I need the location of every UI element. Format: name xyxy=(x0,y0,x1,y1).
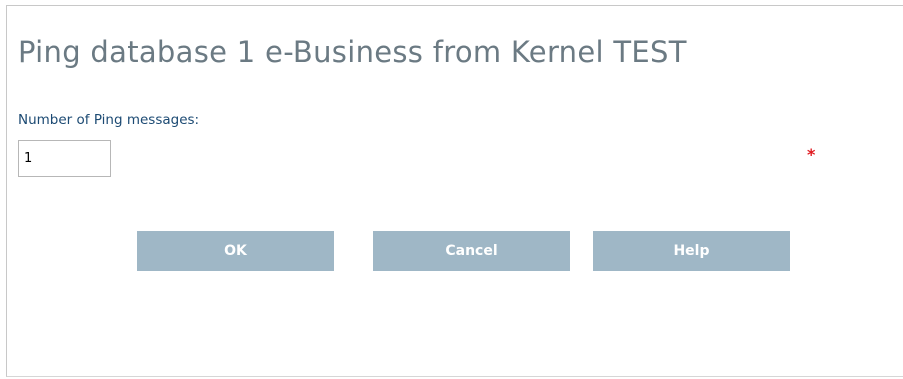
ok-button[interactable]: OK xyxy=(137,231,334,271)
cancel-button[interactable]: Cancel xyxy=(373,231,570,271)
ping-count-input[interactable] xyxy=(18,140,111,177)
ping-count-label: Number of Ping messages: xyxy=(18,112,200,128)
required-marker: * xyxy=(807,145,816,164)
dialog-title: Ping database 1 e-Business from Kernel T… xyxy=(18,35,687,69)
ping-dialog: Ping database 1 e-Business from Kernel T… xyxy=(6,5,903,377)
help-button[interactable]: Help xyxy=(593,231,790,271)
